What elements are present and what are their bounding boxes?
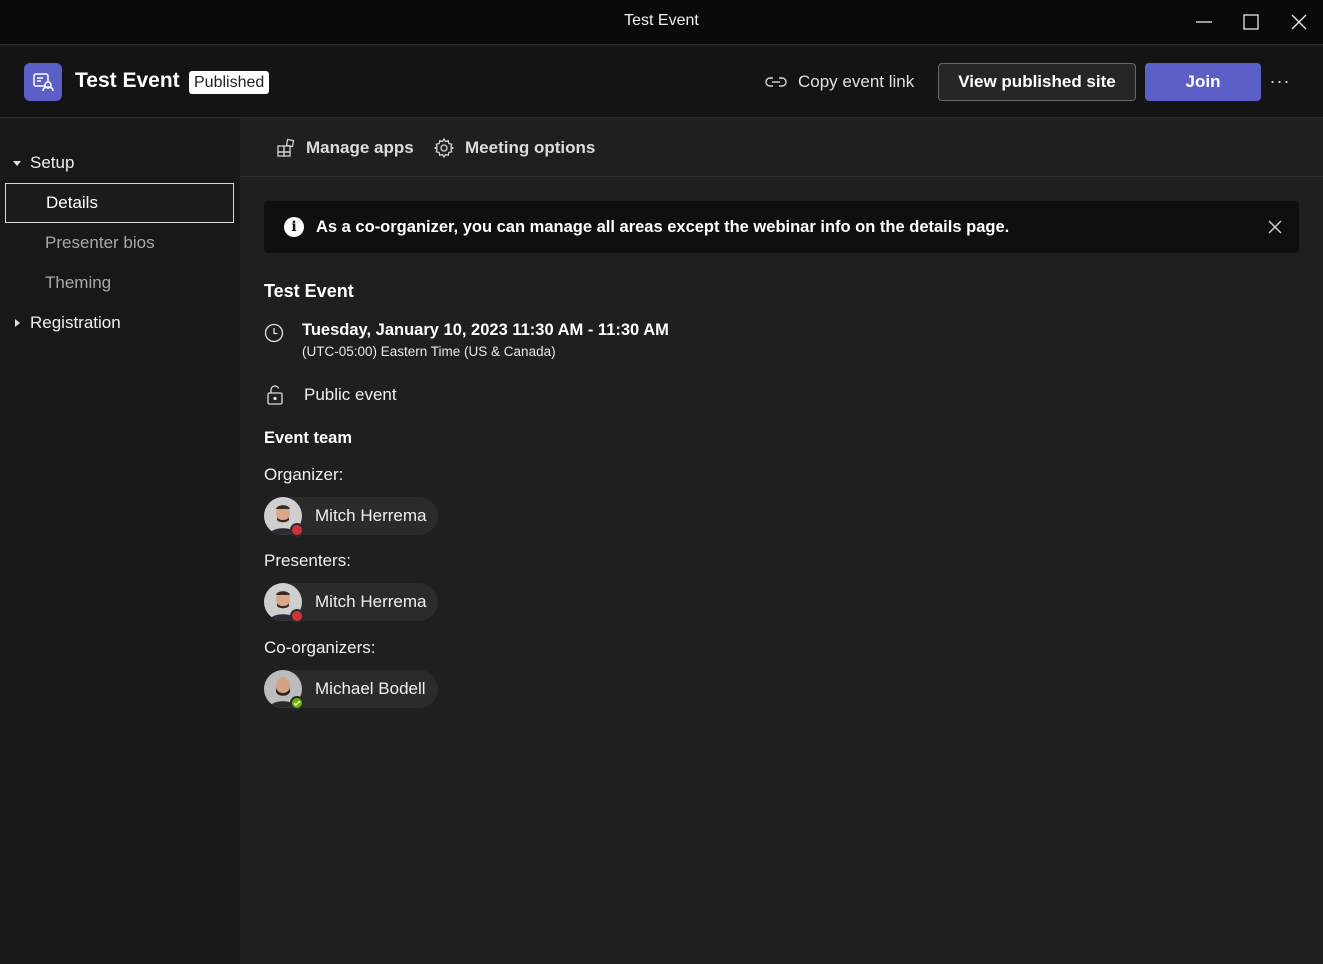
event-date-row: Tuesday, January 10, 2023 11:30 AM - 11:… bbox=[264, 321, 669, 359]
organizer-name: Mitch Herrema bbox=[315, 506, 427, 525]
sidebar-group-label: Setup bbox=[30, 153, 75, 172]
avatar bbox=[264, 670, 304, 710]
sidebar-item-theming[interactable]: Theming bbox=[5, 263, 234, 303]
info-banner-message: As a co-organizer, you can manage all ar… bbox=[316, 217, 1010, 236]
apps-icon bbox=[277, 138, 295, 157]
organizer-chip[interactable]: Mitch Herrema bbox=[264, 497, 439, 537]
maximize-button[interactable] bbox=[1237, 8, 1265, 36]
sidebar-group-label: Registration bbox=[30, 313, 121, 332]
event-team-heading: Event team bbox=[264, 429, 353, 447]
window-title: Test Event bbox=[624, 12, 699, 29]
caret-down-icon bbox=[12, 158, 22, 168]
manage-apps-button[interactable]: Manage apps bbox=[276, 135, 414, 161]
details-title: Test Event bbox=[264, 281, 354, 301]
sidebar-item-presenter-bios[interactable]: Presenter bios bbox=[5, 223, 234, 263]
sidebar-item-label: Theming bbox=[45, 273, 112, 292]
sidebar-item-label: Details bbox=[46, 193, 98, 212]
close-icon bbox=[1268, 220, 1282, 234]
sidebar-group-registration[interactable]: Registration bbox=[12, 309, 121, 337]
close-window-button[interactable] bbox=[1285, 8, 1313, 36]
presenters-label: Presenters: bbox=[264, 551, 351, 570]
minimize-icon bbox=[1196, 21, 1212, 23]
copy-event-link-label: Copy event link bbox=[798, 72, 915, 91]
meeting-options-label: Meeting options bbox=[465, 138, 596, 157]
presence-busy-icon bbox=[290, 523, 304, 537]
close-icon bbox=[1291, 14, 1307, 30]
maximize-icon bbox=[1243, 14, 1259, 30]
event-app-icon bbox=[24, 63, 62, 101]
avatar bbox=[264, 497, 304, 537]
sidebar-group-setup[interactable]: Setup bbox=[12, 149, 74, 177]
sidebar-item-label: Presenter bios bbox=[45, 233, 155, 252]
join-button[interactable]: Join bbox=[1145, 63, 1261, 101]
link-icon bbox=[765, 77, 787, 87]
caret-right-icon bbox=[12, 318, 22, 328]
status-badge: Published bbox=[189, 71, 270, 94]
presence-available-icon bbox=[290, 696, 304, 710]
clock-icon bbox=[264, 323, 284, 343]
toolbar: Manage apps Meeting options bbox=[240, 119, 1323, 177]
info-icon: i bbox=[284, 217, 304, 237]
event-title: Test Event bbox=[75, 69, 180, 92]
meeting-options-button[interactable]: Meeting options bbox=[433, 135, 595, 161]
sidebar: Setup Details Presenter bios Theming Reg… bbox=[0, 119, 240, 964]
presenter-name: Mitch Herrema bbox=[315, 592, 427, 611]
coorganizer-name: Michael Bodell bbox=[315, 679, 426, 698]
minimize-button[interactable] bbox=[1190, 8, 1218, 36]
organizer-label: Organizer: bbox=[264, 465, 344, 484]
coorganizers-label: Co-organizers: bbox=[264, 638, 376, 657]
dismiss-banner-button[interactable] bbox=[1265, 217, 1285, 237]
event-privacy: Public event bbox=[304, 385, 397, 404]
event-date: Tuesday, January 10, 2023 11:30 AM - 11:… bbox=[302, 321, 669, 339]
event-privacy-row: Public event bbox=[266, 385, 397, 405]
avatar bbox=[264, 583, 304, 623]
event-timezone: (UTC-05:00) Eastern Time (US & Canada) bbox=[302, 344, 556, 359]
manage-apps-label: Manage apps bbox=[306, 138, 414, 157]
sidebar-item-details[interactable]: Details bbox=[5, 183, 234, 223]
unlock-icon bbox=[267, 385, 283, 405]
more-options-button[interactable]: ··· bbox=[1266, 66, 1294, 96]
copy-event-link-button[interactable]: Copy event link bbox=[764, 68, 914, 96]
main-content: Manage apps Meeting options i As a co-or… bbox=[240, 119, 1323, 964]
info-banner: i As a co-organizer, you can manage all … bbox=[264, 201, 1299, 253]
coorganizer-chip[interactable]: Michael Bodell bbox=[264, 670, 438, 710]
presenter-chip[interactable]: Mitch Herrema bbox=[264, 583, 439, 623]
more-icon: ··· bbox=[1269, 70, 1291, 91]
window-title-bar: Test Event bbox=[0, 0, 1323, 45]
view-published-site-button[interactable]: View published site bbox=[938, 63, 1136, 101]
gear-icon bbox=[433, 137, 455, 159]
app-header: Test Event Published Copy event link Vie… bbox=[0, 46, 1323, 118]
presence-busy-icon bbox=[290, 609, 304, 623]
